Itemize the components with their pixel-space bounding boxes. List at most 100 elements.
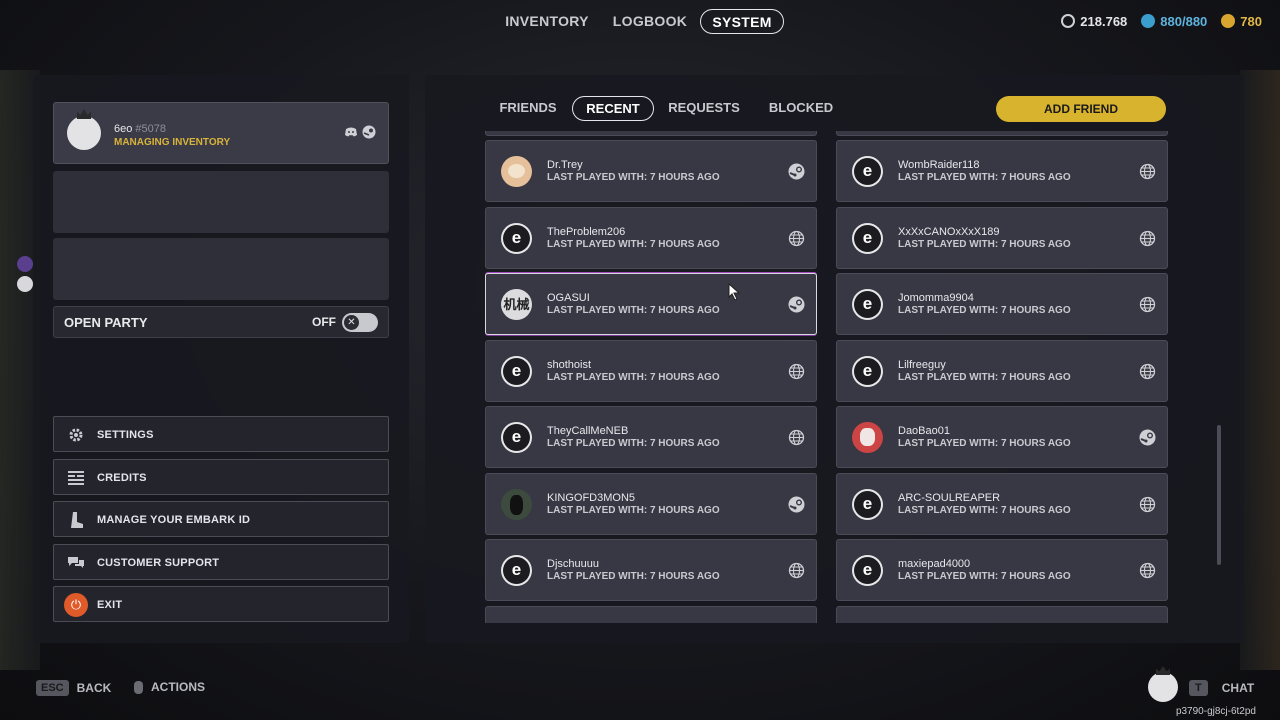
player-name: OGASUI (547, 292, 590, 304)
tab-inventory[interactable]: INVENTORY (500, 9, 594, 34)
list-item[interactable]: DaoBao01 LAST PLAYED WITH: 7 HOURS AGO (836, 406, 1168, 468)
empty-party-slot (53, 171, 389, 233)
list-item[interactable]: Dr.Trey LAST PLAYED WITH: 7 HOURS AGO (485, 140, 817, 202)
player-name: WombRaider118 (898, 159, 980, 171)
avatar (852, 156, 883, 187)
scrollbar[interactable] (1217, 425, 1221, 565)
tab-blocked[interactable]: BLOCKED (766, 96, 836, 121)
globe-icon (788, 363, 805, 380)
gear-icon (67, 426, 85, 444)
last-played-status: LAST PLAYED WITH: 7 HOURS AGO (547, 504, 720, 516)
session-code: p3790-gj8cj-6t2pd (1175, 706, 1256, 717)
back-hint[interactable]: ESC BACK (36, 680, 111, 696)
list-item[interactable]: DjschuuuuLAST PLAYED WITH: 7 HOURS AGO (485, 539, 817, 601)
player-name: TheProblem206 (547, 225, 626, 238)
avatar (501, 355, 532, 387)
profile-name: 6eo #5078 (114, 123, 166, 135)
last-played-status: LAST PLAYED WITH: 7 HOURS AGO (898, 172, 1071, 183)
gold-currency: 780 (1221, 14, 1262, 29)
profile-card[interactable]: 6eo #5078 MANAGING INVENTORY (53, 102, 389, 164)
boot-icon (67, 511, 85, 529)
self-avatar-icon (17, 276, 33, 292)
currency-bar: 218.768 880/880 780 (1061, 10, 1262, 32)
player-name: XxXxCANOxXxX189 (898, 225, 1000, 238)
settings-button[interactable]: SETTINGS (53, 416, 389, 452)
customer-support-label: CUSTOMER SUPPORT (97, 557, 220, 569)
t-key: T (1189, 680, 1208, 696)
chat-label: CHAT (1221, 681, 1255, 695)
player-name: DaoBao01 (898, 425, 950, 437)
list-item[interactable]: TheProblem206LAST PLAYED WITH: 7 HOURS A… (485, 206, 817, 269)
list-item[interactable]: 机械 OGASUI LAST PLAYED WITH: 7 HOURS AGO (485, 273, 817, 335)
list-item[interactable]: LilfreeguyLAST PLAYED WITH: 7 HOURS AGO (836, 339, 1168, 402)
list-item[interactable]: KINGOFD3MON5 LAST PLAYED WITH: 7 HOURS AG… (485, 472, 817, 535)
exit-label: EXIT (97, 599, 123, 611)
player-name: KINGOFD3MON5 (547, 491, 636, 504)
member-avatar-icon (17, 256, 33, 272)
last-played-status: LAST PLAYED WITH: 7 HOURS AGO (898, 371, 1071, 383)
discord-icon (344, 125, 358, 139)
last-played-status: LAST PLAYED WITH: 7 HOURS AGO (898, 238, 1071, 250)
player-name: Dr.Trey (547, 159, 583, 171)
credits-icon (67, 469, 85, 487)
platform-icons (344, 125, 376, 139)
open-party-state: OFF (312, 315, 336, 329)
list-item (485, 606, 817, 623)
chat-bubbles-icon (67, 554, 85, 572)
steam-icon (1139, 429, 1156, 446)
actions-hint[interactable]: ACTIONS (134, 680, 205, 694)
avatar (501, 156, 532, 187)
last-played-status: LAST PLAYED WITH: 7 HOURS AGO (547, 305, 720, 316)
exit-button[interactable]: ⏻ EXIT (53, 586, 389, 622)
empty-party-slot (53, 238, 389, 300)
list-item[interactable]: XxXxCANOxXxX189LAST PLAYED WITH: 7 HOURS… (836, 206, 1168, 269)
blue-token-icon (1141, 14, 1156, 28)
tab-friends[interactable]: FRIENDS (493, 96, 563, 121)
recent-players-list[interactable]: Dr.TreyLAST PLAYED WITH: 7 HOURS AGOWomb… (483, 131, 1173, 623)
player-name: shothoist (547, 358, 592, 371)
gold-value: 780 (1240, 13, 1262, 29)
avatar (501, 222, 532, 254)
profile-tag: #5078 (135, 123, 167, 135)
add-friend-button[interactable]: ADD FRIEND (996, 96, 1166, 122)
credits-button[interactable]: CREDITS (53, 459, 389, 495)
globe-icon (1139, 496, 1156, 513)
last-played-status: LAST PLAYED WITH: 7 HOURS AGO (898, 571, 1071, 582)
list-item[interactable]: maxiepad4000LAST PLAYED WITH: 7 HOURS AG… (836, 539, 1168, 601)
list-item (836, 606, 1168, 623)
avatar: 机械 (501, 289, 532, 320)
back-label: BACK (76, 681, 112, 695)
globe-icon (788, 429, 805, 446)
last-played-status: LAST PLAYED WITH: 7 HOURS AGO (898, 305, 1071, 316)
tab-requests[interactable]: REQUESTS (666, 96, 742, 121)
last-played-status: LAST PLAYED WITH: 7 HOURS AGO (547, 571, 720, 582)
tab-recent[interactable]: RECENT (572, 96, 654, 121)
list-item[interactable]: TheyCallMeNEBLAST PLAYED WITH: 7 HOURS A… (485, 406, 817, 468)
tab-system[interactable]: SYSTEM (700, 9, 784, 34)
open-party-toggle[interactable]: ✕ (342, 313, 378, 332)
steam-icon (788, 296, 805, 313)
avatar (852, 355, 883, 387)
blue-currency: 880/880 (1141, 14, 1207, 29)
list-item[interactable]: shothoistLAST PLAYED WITH: 7 HOURS AGO (485, 339, 817, 402)
list-item[interactable]: WombRaider118LAST PLAYED WITH: 7 HOURS A… (836, 140, 1168, 202)
steam-icon (788, 163, 805, 180)
coin-icon (1061, 14, 1076, 28)
mouse-cursor-icon (728, 283, 740, 301)
list-item[interactable]: Jomomma9904LAST PLAYED WITH: 7 HOURS AGO (836, 273, 1168, 335)
manage-embark-id-button[interactable]: MANAGE YOUR EMBARK ID (53, 501, 389, 537)
friends-panel: FRIENDS RECENT REQUESTS BLOCKED ADD FRIE… (425, 75, 1244, 643)
list-item[interactable]: ARC-SOULREAPERLAST PLAYED WITH: 7 HOURS … (836, 472, 1168, 535)
last-played-status: LAST PLAYED WITH: 7 HOURS AGO (898, 438, 1071, 449)
gold-token-icon (1221, 14, 1236, 28)
chat-hint[interactable]: T CHAT (1189, 680, 1254, 696)
tab-logbook[interactable]: LOGBOOK (608, 9, 692, 34)
player-name: TheyCallMeNEB (547, 425, 629, 437)
open-party-row: OPEN PARTY OFF ✕ (53, 306, 389, 338)
avatar (852, 488, 883, 520)
avatar (852, 222, 883, 254)
player-name: Djschuuuu (547, 558, 599, 570)
globe-icon (1139, 363, 1156, 380)
globe-icon (1139, 163, 1156, 180)
customer-support-button[interactable]: CUSTOMER SUPPORT (53, 544, 389, 580)
